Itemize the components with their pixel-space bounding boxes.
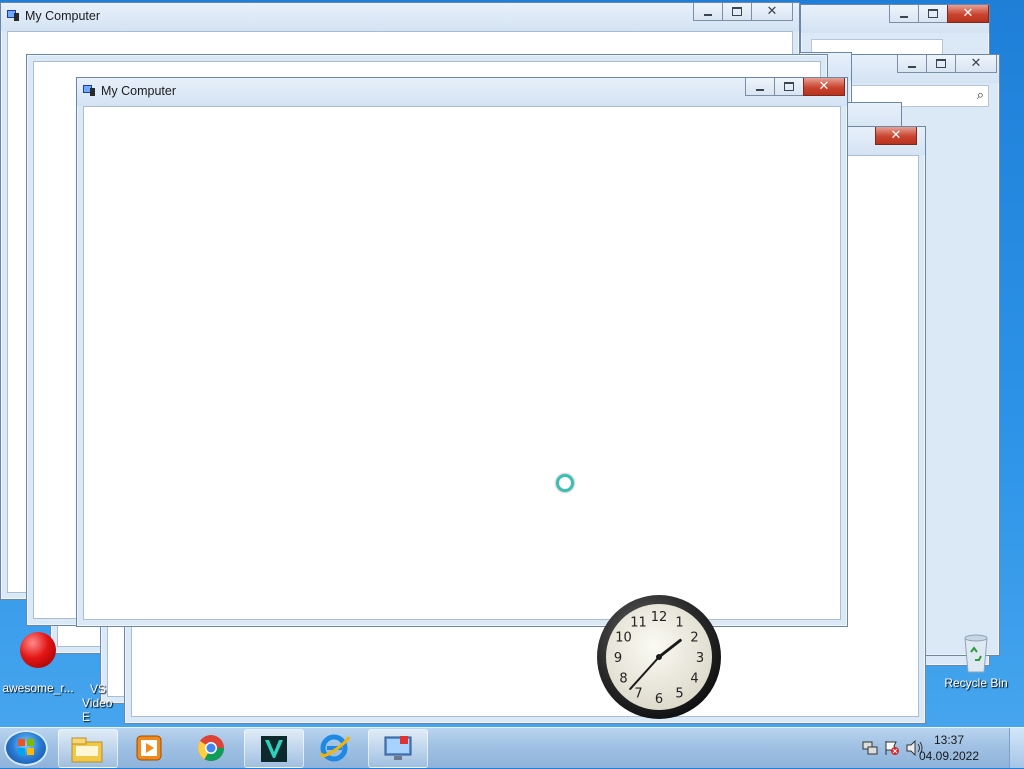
remote-desktop-icon bbox=[384, 736, 412, 760]
taskbar-chrome-button[interactable] bbox=[182, 729, 240, 766]
window-content bbox=[83, 106, 841, 620]
clock-number: 12 bbox=[651, 610, 668, 625]
video-editor-icon bbox=[261, 736, 287, 762]
clock-number: 8 bbox=[619, 672, 627, 687]
maximize-button[interactable] bbox=[918, 5, 948, 23]
clock-number: 11 bbox=[630, 616, 647, 631]
red-ball-icon bbox=[20, 632, 56, 668]
taskbar-media-player-button[interactable] bbox=[120, 729, 178, 766]
maximize-button[interactable] bbox=[722, 3, 752, 21]
clock-number: 4 bbox=[690, 672, 698, 687]
taskbar-clock-date[interactable]: 04.09.2022 bbox=[914, 749, 984, 763]
close-button[interactable]: ✕ bbox=[751, 3, 793, 21]
taskbar-ie-button[interactable] bbox=[306, 729, 364, 766]
busy-cursor-icon bbox=[556, 474, 574, 492]
desktop-icon-recycle-bin[interactable]: Recycle Bin bbox=[936, 632, 1016, 690]
clock-number: 6 bbox=[655, 692, 663, 707]
desktop-icon-video-editor[interactable]: VS Video E bbox=[82, 682, 122, 724]
my-computer-window-front[interactable]: My Computer ✕ bbox=[76, 77, 848, 627]
close-button[interactable]: ✕ bbox=[955, 55, 997, 73]
media-player-icon bbox=[136, 735, 162, 761]
clock-number: 7 bbox=[634, 687, 642, 702]
network-icon[interactable] bbox=[862, 740, 878, 756]
minimize-button[interactable] bbox=[745, 78, 775, 96]
clock-number: 1 bbox=[675, 616, 683, 631]
close-button[interactable]: ✕ bbox=[803, 78, 845, 96]
maximize-button[interactable] bbox=[926, 55, 956, 73]
close-button[interactable]: ✕ bbox=[875, 127, 917, 145]
clock-gadget[interactable]: 12 12 3 45678 9 1011 bbox=[596, 594, 722, 720]
clock-number: 5 bbox=[675, 687, 683, 702]
taskbar-clock-time[interactable]: 13:37 bbox=[914, 733, 984, 747]
taskbar-video-editor-button[interactable] bbox=[244, 729, 304, 768]
window-app-icon bbox=[7, 10, 19, 21]
desktop-icon-label: Video E bbox=[82, 696, 113, 724]
recycle-bin-icon bbox=[964, 634, 988, 673]
chrome-icon bbox=[197, 735, 225, 762]
clock-number: 2 bbox=[690, 631, 698, 646]
explorer-icon bbox=[71, 737, 103, 763]
desktop-icon-awesome[interactable]: awesome_r... bbox=[2, 632, 74, 695]
search-icon[interactable]: ⌕ bbox=[977, 87, 984, 103]
desktop-icon-label: VS bbox=[90, 682, 107, 696]
clock-number: 9 bbox=[614, 651, 622, 666]
minimize-button[interactable] bbox=[897, 55, 927, 73]
desktop-icon-label: awesome_r... bbox=[2, 681, 74, 695]
close-button[interactable]: ✕ bbox=[947, 5, 989, 23]
action-center-icon[interactable] bbox=[884, 740, 900, 756]
minimize-button[interactable] bbox=[889, 5, 919, 23]
system-tray: 13:37 04.09.2022 bbox=[854, 728, 1024, 768]
taskbar-remote-desktop-button[interactable] bbox=[368, 729, 428, 768]
window-app-icon bbox=[83, 85, 95, 96]
window-title: My Computer bbox=[25, 9, 101, 23]
clock-number: 10 bbox=[615, 631, 632, 646]
taskbar: 13:37 04.09.2022 bbox=[0, 727, 1024, 768]
desktop-icon-label: Recycle Bin bbox=[944, 676, 1008, 690]
start-orb-icon[interactable] bbox=[4, 730, 48, 766]
clock-number: 3 bbox=[696, 651, 704, 666]
minimize-button[interactable] bbox=[693, 3, 723, 21]
maximize-button[interactable] bbox=[774, 78, 804, 96]
show-desktop-button[interactable] bbox=[1009, 728, 1024, 768]
ie-icon bbox=[320, 734, 351, 762]
window-title: My Computer bbox=[101, 84, 177, 98]
taskbar-explorer-button[interactable] bbox=[58, 729, 118, 768]
